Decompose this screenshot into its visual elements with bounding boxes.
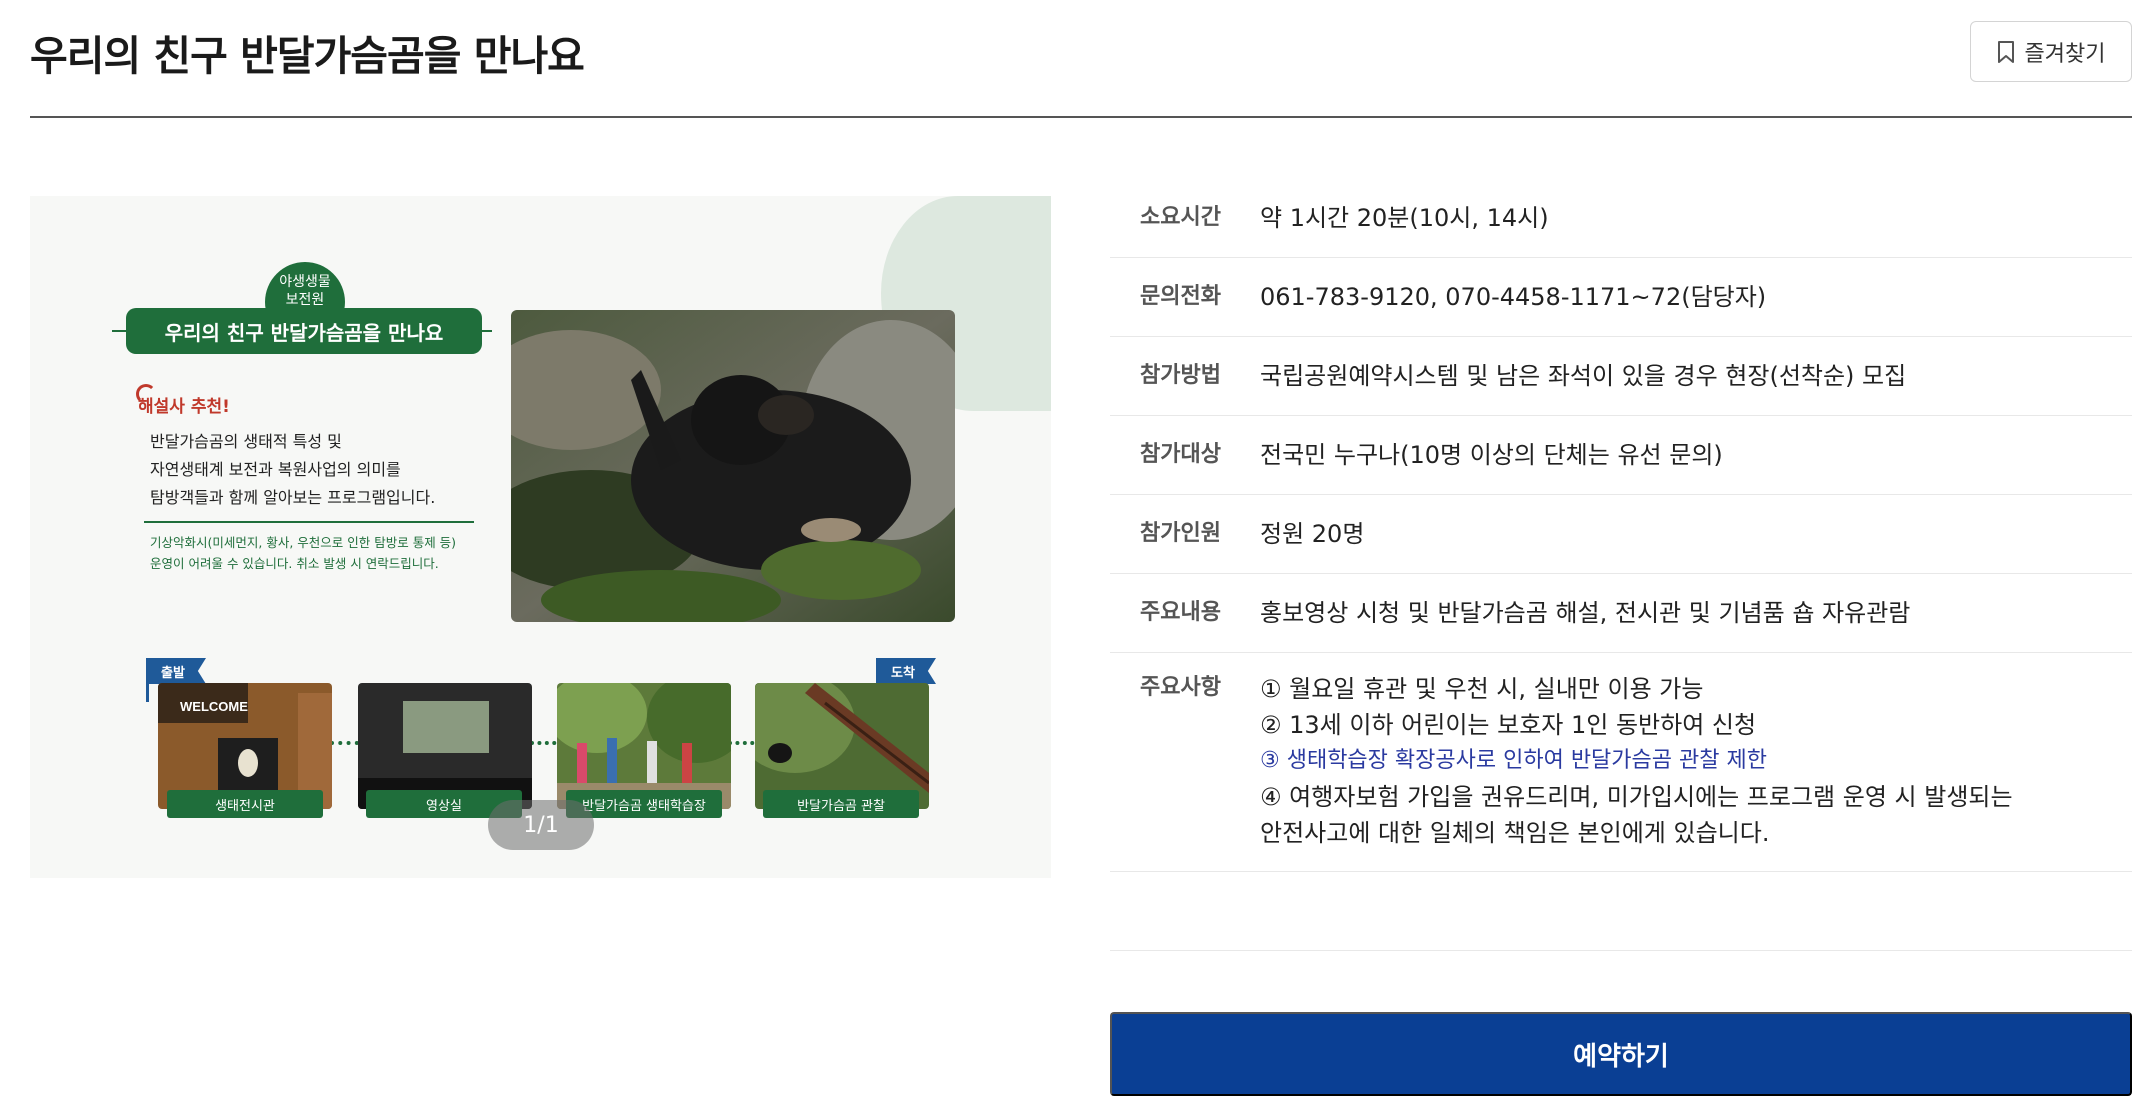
bookmark-button[interactable]: 즐겨찾기 bbox=[1970, 21, 2132, 82]
info-value: 전국민 누구나(10명 이상의 단체는 유선 문의) bbox=[1260, 441, 1723, 469]
bear-photo bbox=[511, 310, 955, 622]
info-key: 문의전화 bbox=[1140, 284, 1221, 309]
step-label: 생태전시관 bbox=[167, 790, 323, 818]
desc-line: 탐방객들과 함께 알아보는 프로그램입니다. bbox=[150, 488, 436, 507]
info-row: 문의전화 061-783-9120, 070-4458-1171~72(담당자) bbox=[1110, 258, 2132, 337]
flag-start-label: 출발 bbox=[148, 658, 206, 684]
info-row: 참가방법 국립공원예약시스템 및 남은 좌석이 있을 경우 현장(선착순) 모집 bbox=[1110, 337, 2132, 416]
badge-line-1: 야생생물 bbox=[279, 274, 331, 290]
desc-divider bbox=[144, 521, 474, 523]
notice-line: ④ 여행자보험 가입을 권유드리며, 미가입시에는 프로그램 운영 시 발생되는 bbox=[1260, 783, 2013, 811]
desc-line: 자연생태계 보전과 복원사업의 의미를 bbox=[150, 460, 401, 479]
info-key: 주요사항 bbox=[1140, 675, 1221, 700]
info-row: 주요내용 홍보영상 시청 및 반달가슴곰 해설, 전시관 및 기념품 숍 자유관… bbox=[1110, 574, 2132, 653]
notice-line: 안전사고에 대한 일체의 책임은 본인에게 있습니다. bbox=[1260, 819, 1770, 847]
info-key: 주요내용 bbox=[1140, 600, 1221, 625]
info-row: 참가대상 전국민 누구나(10명 이상의 단체는 유선 문의) bbox=[1110, 416, 2132, 495]
poster-banner: 우리의 친구 반달가슴곰을 만나요 bbox=[126, 308, 482, 354]
info-value: 061-783-9120, 070-4458-1171~72(담당자) bbox=[1260, 283, 1767, 311]
flag-end-label: 도착 bbox=[878, 658, 936, 684]
poster-recommend: 해설사 추천! bbox=[138, 397, 230, 417]
program-info-table: 소요시간 약 1시간 20분(10시, 14시) 문의전화 061-783-91… bbox=[1110, 179, 2132, 872]
program-poster: 야생생물 보전원 우리의 친구 반달가슴곰을 만나요 해설사 추천! 반달가슴곰… bbox=[30, 196, 1051, 878]
info-value: 홍보영상 시청 및 반달가슴곰 해설, 전시관 및 기념품 숍 자유관람 bbox=[1260, 599, 1911, 627]
info-key: 참가대상 bbox=[1140, 442, 1221, 467]
badge-line-2: 보전원 bbox=[285, 292, 325, 308]
table-bottom-divider bbox=[1110, 950, 2132, 951]
info-key: 참가방법 bbox=[1140, 363, 1221, 388]
info-row: 소요시간 약 1시간 20분(10시, 14시) bbox=[1110, 179, 2132, 258]
notice-line: ① 월요일 휴관 및 우천 시, 실내만 이용 가능 bbox=[1260, 675, 1704, 703]
poster-description: 반달가슴곰의 생태적 특성 및 자연생태계 보전과 복원사업의 의미를 탐방객들… bbox=[150, 428, 490, 512]
notice-line-highlight: ③ 생태학습장 확장공사로 인하여 반달가슴곰 관찰 제한 bbox=[1260, 748, 1767, 773]
desc-line: 반달가슴곰의 생태적 특성 및 bbox=[150, 432, 342, 451]
page-title: 우리의 친구 반달가슴곰을 만나요 bbox=[30, 32, 585, 80]
info-value: 국립공원예약시스템 및 남은 좌석이 있을 경우 현장(선착순) 모집 bbox=[1260, 362, 1907, 390]
info-notes: ① 월요일 휴관 및 우천 시, 실내만 이용 가능 ② 13세 이하 어린이는… bbox=[1260, 671, 2132, 851]
info-key: 참가인원 bbox=[1140, 521, 1221, 546]
info-key: 소요시간 bbox=[1140, 205, 1221, 230]
welcome-sign: WELCOME bbox=[180, 699, 248, 714]
info-row-notes: 주요사항 ① 월요일 휴관 및 우천 시, 실내만 이용 가능 ② 13세 이하… bbox=[1110, 653, 2132, 872]
note-line: 기상악화시(미세먼지, 황사, 우천으로 인한 탐방로 통제 등) bbox=[150, 535, 457, 550]
notice-line: ② 13세 이하 어린이는 보호자 1인 동반하여 신청 bbox=[1260, 711, 1757, 739]
bookmark-label: 즐겨찾기 bbox=[2024, 40, 2106, 66]
title-divider bbox=[30, 116, 2132, 118]
poster-note: 기상악화시(미세먼지, 황사, 우천으로 인한 탐방로 통제 등) 운영이 어려… bbox=[150, 532, 510, 574]
reserve-button[interactable]: 예약하기 bbox=[1110, 1012, 2132, 1096]
slide-pager[interactable]: 1/1 bbox=[488, 800, 594, 850]
info-value: 정원 20명 bbox=[1260, 520, 1365, 548]
step-label: 반달가슴곰 관찰 bbox=[763, 790, 919, 818]
note-line: 운영이 어려울 수 있습니다. 취소 발생 시 연락드립니다. bbox=[150, 556, 439, 571]
info-row: 참가인원 정원 20명 bbox=[1110, 495, 2132, 574]
bookmark-icon bbox=[1997, 40, 2014, 63]
info-value: 약 1시간 20분(10시, 14시) bbox=[1260, 204, 1549, 232]
